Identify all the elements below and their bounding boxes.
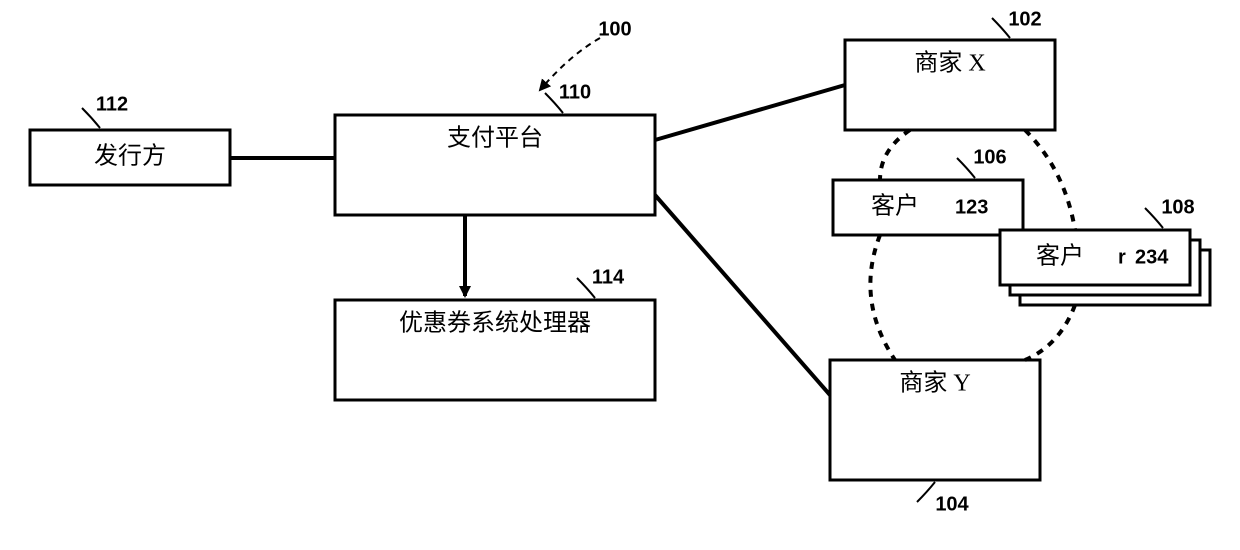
link-mx-ca [880, 130, 910, 180]
issuer-box: 发行方 112 [30, 93, 230, 185]
platform-box: 支付平台 110 [335, 81, 655, 215]
link-mx-cb [1025, 130, 1075, 230]
coupon-ref: 114 [592, 266, 625, 288]
platform-label: 支付平台 [447, 125, 543, 152]
customer-a-label: 客户 [871, 193, 919, 220]
system-diagram: 100 发行方 112 支付平台 110 优惠券系统处理器 114 商家 X 1… [0, 0, 1240, 550]
merchant-y-ref: 104 [935, 493, 969, 515]
customer-b-stack: 客户 r 234 108 [1000, 196, 1210, 305]
customer-a-box: 客户 123 106 [833, 146, 1023, 235]
platform-ref: 110 [559, 81, 591, 103]
issuer-label: 发行方 [94, 143, 166, 170]
link-cb-my [1025, 305, 1075, 360]
coupon-box: 优惠券系统处理器 114 [335, 266, 655, 400]
customer-b-ref: 108 [1161, 196, 1194, 218]
customer-a-id: 123 [955, 196, 988, 218]
link-platform-mx [655, 85, 845, 140]
svg-text:r: r [1118, 246, 1126, 268]
customer-b-id: 234 [1135, 246, 1169, 268]
link-platform-my [655, 195, 830, 395]
merchant-y-label: 商家 Y [899, 370, 970, 397]
merchant-x-label: 商家 X [914, 50, 985, 77]
issuer-ref: 112 [96, 93, 128, 115]
coupon-label: 优惠券系统处理器 [399, 310, 591, 337]
merchant-x-ref: 102 [1008, 8, 1041, 30]
overall-ref: 100 [540, 18, 632, 90]
merchant-y-box: 商家 Y 104 [830, 360, 1040, 515]
merchant-x-box: 商家 X 102 [845, 8, 1055, 130]
link-ca-my [870, 235, 895, 360]
customer-a-ref: 106 [973, 146, 1006, 168]
ref-overall: 100 [598, 18, 631, 40]
customer-b-label: 客户 [1036, 243, 1084, 270]
